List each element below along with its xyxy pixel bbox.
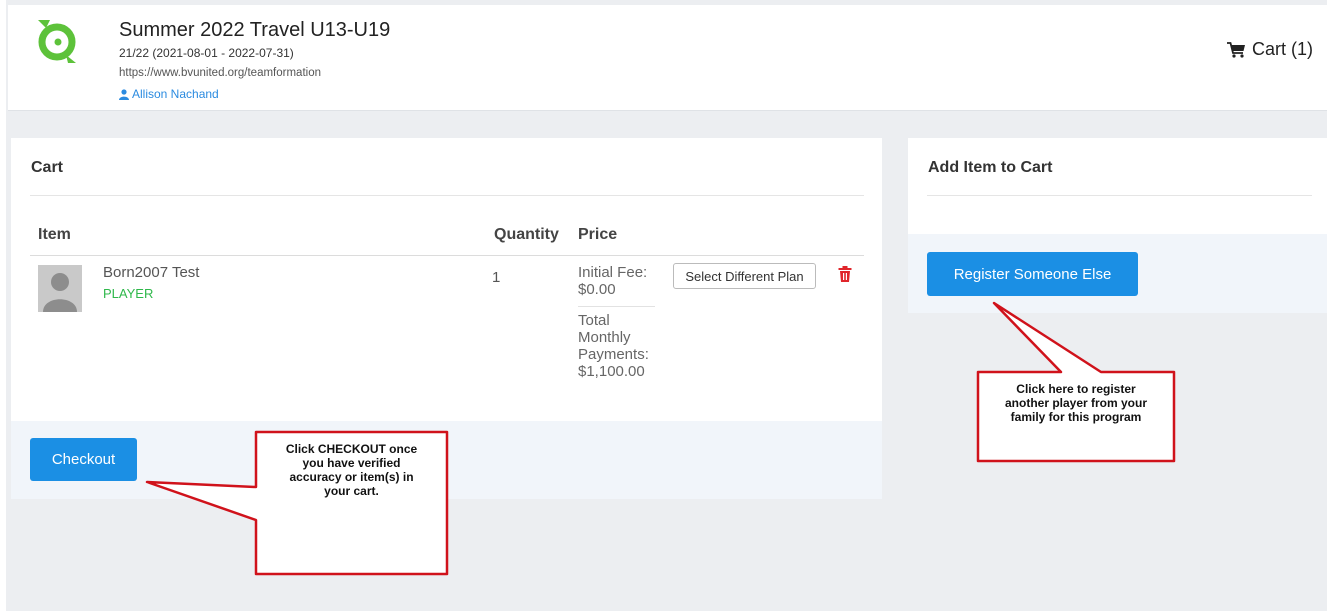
callout-line: your cart.: [324, 484, 379, 498]
callout-line: accuracy or item(s) in: [289, 470, 414, 484]
callout-line: another player from your: [1004, 396, 1148, 410]
annotation-layer: [145, 301, 1176, 576]
callout-line: Click CHECKOUT once: [285, 442, 418, 456]
callout-line: Click here to register: [1016, 382, 1136, 396]
checkout-callout-text: Click CHECKOUT once you have verified ac…: [258, 442, 445, 498]
callout-line: you have verified: [302, 456, 401, 470]
register-callout-text: Click here to register another player fr…: [980, 382, 1172, 424]
callout-line: family for this program: [1010, 410, 1142, 424]
